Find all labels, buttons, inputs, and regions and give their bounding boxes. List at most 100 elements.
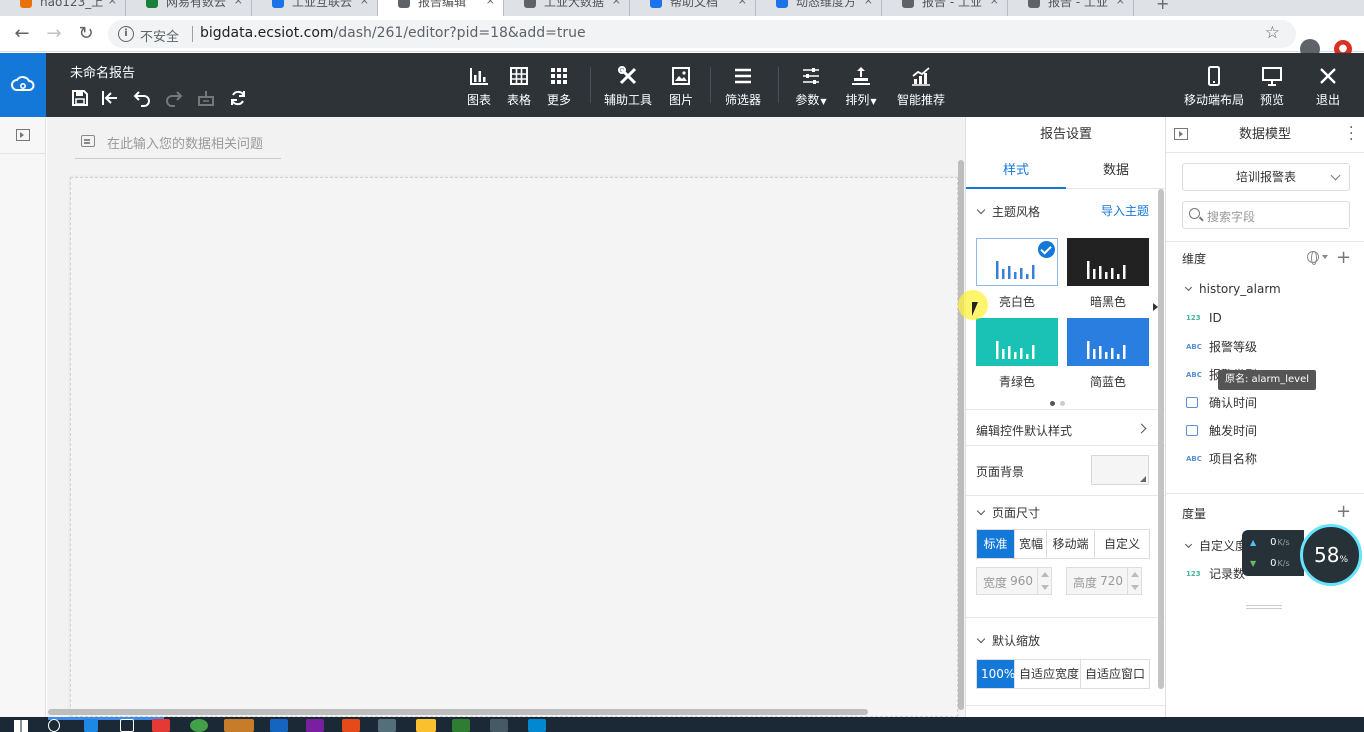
zoom-option-fit-window[interactable]: 自适应窗口 (1081, 660, 1149, 688)
table-tool-button[interactable]: 表格 (502, 65, 536, 109)
ask-question-input[interactable]: 在此输入您的数据相关问题 (75, 129, 281, 159)
add-dimension-icon[interactable]: + (1336, 249, 1351, 267)
browser-tab[interactable]: 报告 - 工业 × (882, 0, 1008, 16)
folder-icon[interactable] (416, 719, 436, 732)
info-icon[interactable]: i (118, 26, 134, 42)
network-speed-widget[interactable]: ▲ 0K/s ▼ 0K/s (1242, 530, 1304, 576)
preview-button[interactable]: 预览 (1256, 65, 1288, 109)
add-measure-icon[interactable]: + (1336, 503, 1351, 521)
canvas-vertical-scrollbar[interactable] (958, 160, 964, 710)
close-icon[interactable]: × (108, 0, 117, 7)
forward-arrow-icon[interactable]: → (42, 22, 66, 46)
app-icon[interactable] (342, 719, 360, 732)
exit-button[interactable]: 退出 (1312, 65, 1344, 109)
import-theme-link[interactable]: 导入主题 (1101, 202, 1149, 219)
redo-icon[interactable] (164, 88, 184, 108)
refresh-icon[interactable] (228, 88, 248, 108)
close-icon[interactable]: × (612, 0, 621, 7)
control-style-row[interactable]: 编辑控件默认样式 (976, 422, 1072, 439)
search-icon[interactable] (48, 719, 60, 732)
app-icon[interactable] (120, 719, 134, 732)
reload-icon[interactable]: ↻ (74, 22, 98, 46)
format-painter-icon[interactable] (196, 88, 216, 108)
filter-tool-button[interactable]: 筛选器 (722, 65, 764, 109)
close-icon[interactable]: × (864, 0, 873, 7)
app-icon[interactable] (84, 719, 98, 732)
measure-group[interactable]: 自定义度 (1184, 537, 1247, 554)
close-icon[interactable]: × (486, 0, 495, 7)
dataset-select[interactable]: 培训报警表 (1182, 163, 1350, 191)
zoom-option-fit-width[interactable]: 自适应宽度 (1015, 660, 1081, 688)
app-icon[interactable] (378, 719, 396, 732)
theme-card-white[interactable] (976, 238, 1058, 286)
globe-icon[interactable] (1307, 251, 1319, 265)
report-page[interactable] (70, 177, 958, 717)
tab-style[interactable]: 样式 (966, 153, 1066, 189)
field-item[interactable]: ABC 项目名称 (1186, 450, 1257, 468)
new-tab-icon[interactable]: + (1156, 0, 1169, 13)
url-omnibox[interactable]: i 不安全 bigdata.ecsiot.com/dash/261/editor… (108, 20, 1296, 48)
mobile-layout-button[interactable]: 移动端布局 (1182, 65, 1246, 109)
table-group[interactable]: history_alarm (1184, 282, 1281, 296)
width-stepper[interactable] (1037, 568, 1051, 594)
close-icon[interactable]: × (1116, 0, 1125, 7)
field-item[interactable]: 123 ID (1186, 310, 1222, 328)
more-options-icon[interactable]: · · · (1349, 121, 1353, 147)
back-arrow-icon[interactable]: ← (10, 22, 34, 46)
field-item[interactable]: ABC 报警等级 (1186, 338, 1257, 356)
canvas-horizontal-scrollbar[interactable] (48, 709, 868, 715)
cpu-usage-gauge[interactable]: 58% (1300, 524, 1362, 586)
size-option-standard[interactable]: 标准 (977, 530, 1015, 558)
page-size-section-header[interactable]: 页面尺寸 (976, 504, 1040, 521)
theme-card-blue[interactable] (1067, 318, 1149, 366)
pager-dot-active[interactable] (1050, 401, 1055, 406)
app-logo[interactable] (0, 53, 46, 117)
app-icon[interactable] (224, 719, 254, 732)
app-icon[interactable] (490, 719, 508, 732)
theme-card-dark[interactable] (1067, 238, 1149, 286)
browser-tab[interactable]: 报告 - 工业 × (1008, 0, 1134, 16)
settings-scrollbar[interactable] (1158, 189, 1164, 689)
pager-dot[interactable] (1060, 401, 1065, 406)
browser-tab-active[interactable]: 报告编辑 × (378, 0, 504, 16)
size-option-mobile[interactable]: 移动端 (1047, 530, 1095, 558)
close-icon[interactable]: × (234, 0, 243, 7)
app-icon[interactable] (270, 719, 288, 732)
more-tool-button[interactable]: 更多 (542, 65, 576, 109)
bookmark-star-icon[interactable]: ☆ (1265, 23, 1280, 43)
width-input[interactable]: 宽度 960 (976, 567, 1052, 595)
app-icon[interactable] (452, 719, 470, 732)
aux-tools-button[interactable]: 辅助工具 (602, 65, 654, 109)
save-icon[interactable] (70, 88, 90, 108)
size-option-wide[interactable]: 宽幅 (1015, 530, 1047, 558)
caret-down-icon[interactable] (1322, 255, 1328, 259)
app-icon[interactable] (190, 719, 208, 732)
close-icon[interactable]: × (360, 0, 369, 7)
exit-to-list-icon[interactable] (100, 88, 120, 108)
theme-section-header[interactable]: 主题风格 (976, 203, 1040, 220)
windows-start-icon[interactable] (14, 720, 28, 732)
app-icon[interactable] (152, 719, 170, 732)
browser-tab[interactable]: 工业互联云 × (252, 0, 378, 16)
expand-panel-icon[interactable] (16, 129, 30, 141)
chart-tool-button[interactable]: 图表 (462, 65, 496, 109)
page-background-color-picker[interactable] (1091, 455, 1149, 485)
field-item[interactable]: 触发时间 (1186, 422, 1257, 440)
size-option-custom[interactable]: 自定义 (1095, 530, 1149, 558)
browser-tab[interactable]: 网易有数云 × (126, 0, 252, 16)
close-icon[interactable]: × (990, 0, 999, 7)
chevron-right-icon[interactable] (1136, 423, 1147, 434)
collapse-panel-icon[interactable] (1174, 128, 1188, 140)
image-tool-button[interactable]: 图片 (664, 65, 698, 109)
field-item[interactable]: 123 记录数 (1186, 565, 1245, 583)
browser-tab[interactable]: hao123_上 × (0, 0, 126, 16)
dimension-resize-handle[interactable] (1246, 605, 1282, 609)
app-icon[interactable] (306, 719, 324, 732)
zoom-option-100[interactable]: 100% (977, 660, 1015, 688)
app-icon[interactable] (528, 719, 546, 732)
browser-tab[interactable]: 帮助文档 × (630, 0, 756, 16)
tab-data[interactable]: 数据 (1066, 153, 1165, 189)
browser-tab[interactable]: 动态维度方 × (756, 0, 882, 16)
params-tool-button[interactable]: 参数▼ (792, 65, 830, 109)
smart-recommend-button[interactable]: 智能推荐 (894, 65, 948, 109)
